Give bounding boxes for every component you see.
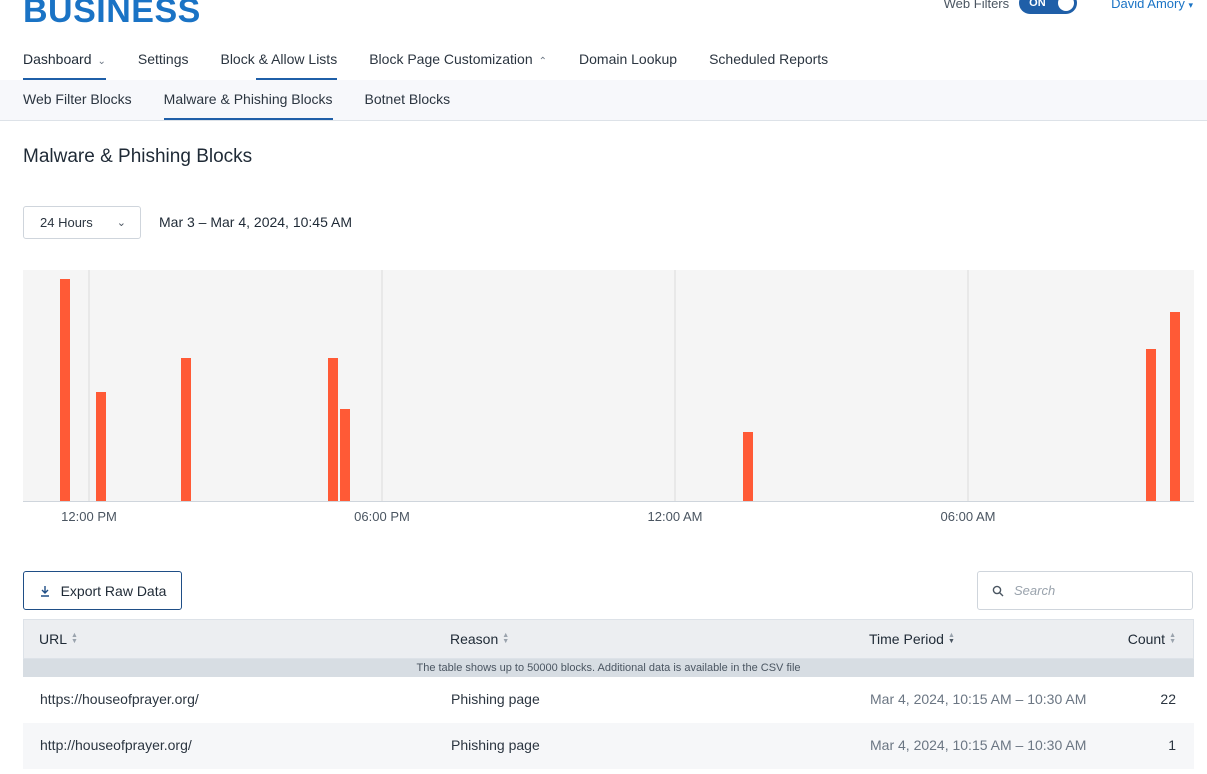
nav-scheduled-reports-label: Scheduled Reports <box>709 51 829 67</box>
column-time-period[interactable]: Time Period ▲ ▼ <box>869 631 955 647</box>
export-raw-data-button[interactable]: Export Raw Data <box>23 571 182 610</box>
search-box <box>977 571 1193 610</box>
column-url-label: URL <box>39 631 68 647</box>
sort-icon: ▲ ▼ <box>71 632 78 645</box>
table-row[interactable]: http://houseofprayer.org/ Phishing page … <box>23 723 1194 769</box>
cell-reason: Phishing page <box>451 691 540 707</box>
web-filters-toggle[interactable]: ON <box>1019 0 1078 14</box>
x-tick-label: 06:00 PM <box>354 509 410 524</box>
column-count[interactable]: Count ▲ ▼ <box>1128 631 1176 647</box>
tab-web-filter-blocks[interactable]: Web Filter Blocks <box>23 80 132 120</box>
chart-bar[interactable] <box>181 358 191 501</box>
sort-icon: ▲ ▼ <box>947 632 955 645</box>
cell-reason: Phishing page <box>451 737 540 753</box>
sub-nav: Web Filter Blocks Malware & Phishing Blo… <box>0 80 1207 121</box>
nav-scheduled-reports[interactable]: Scheduled Reports <box>709 42 828 80</box>
user-menu[interactable]: David Amory ▾ <box>1111 0 1193 11</box>
x-tick-label: 12:00 PM <box>61 509 117 524</box>
search-input[interactable] <box>1014 583 1184 598</box>
toggle-label: ON <box>1029 0 1046 9</box>
nav-domain-lookup-label: Domain Lookup <box>579 51 678 67</box>
chart-bar[interactable] <box>328 358 338 501</box>
blocks-table: URL ▲ ▼ Reason ▲ ▼ Time Period ▲ ▼ Count ▲ ▼… <box>23 619 1194 769</box>
header-controls: Web Filters ON David Amory ▾ <box>944 0 1207 14</box>
chart-bar[interactable] <box>1146 349 1156 501</box>
cell-url: http://houseofprayer.org/ <box>40 737 192 753</box>
chart-bar[interactable] <box>60 279 70 501</box>
cell-count: 1 <box>1168 737 1176 753</box>
nav-settings-label: Settings <box>137 51 189 67</box>
x-tick-label: 12:00 AM <box>647 509 703 524</box>
search-icon <box>992 585 1004 596</box>
chevron-down-icon: ⌄ <box>97 56 106 67</box>
cell-count: 22 <box>1160 691 1176 707</box>
nav-settings[interactable]: Settings <box>138 42 189 80</box>
toggle-knob <box>1058 0 1075 11</box>
chart-bar[interactable] <box>96 392 106 501</box>
nav-dashboard-label: Dashboard <box>23 51 92 67</box>
download-icon <box>40 585 49 597</box>
sort-icon: ▲ ▼ <box>502 632 510 645</box>
chart-bar[interactable] <box>1170 312 1180 501</box>
column-reason-label: Reason <box>450 631 499 647</box>
x-tick-label: 06:00 AM <box>940 509 996 524</box>
cell-time-period: Mar 4, 2024, 10:15 AM – 10:30 AM <box>870 737 1087 753</box>
blocks-chart <box>23 270 1194 502</box>
nav-block-allow-lists-label: Block & Allow Lists <box>220 51 338 67</box>
nav-block-page-customization[interactable]: Block Page Customization ⌃ <box>369 42 547 80</box>
cell-url: https://houseofprayer.org/ <box>40 691 199 707</box>
tab-malware-phishing-blocks[interactable]: Malware & Phishing Blocks <box>163 80 333 120</box>
time-range-value: 24 Hours <box>40 215 93 230</box>
sort-icon: ▲ ▼ <box>1169 632 1176 645</box>
chevron-up-icon: ⌃ <box>538 56 548 67</box>
main-nav: Dashboard ⌄ Settings Block & Allow Lists … <box>0 42 1207 80</box>
table-row[interactable]: https://houseofprayer.org/ Phishing page… <box>23 677 1194 723</box>
column-url[interactable]: URL ▲ ▼ <box>39 631 78 647</box>
table-notice: The table shows up to 50000 blocks. Addi… <box>23 659 1194 677</box>
nav-dashboard[interactable]: Dashboard ⌄ <box>23 42 106 80</box>
chart-bar[interactable] <box>340 409 350 501</box>
date-range-label: Mar 3 – Mar 4, 2024, 10:45 AM <box>159 214 352 230</box>
brand-logo: BUSINESS <box>23 0 201 30</box>
nav-block-allow-lists[interactable]: Block & Allow Lists <box>220 42 337 80</box>
column-time-period-label: Time Period <box>869 631 944 647</box>
chevron-down-icon: ⌄ <box>116 217 126 229</box>
table-header: URL ▲ ▼ Reason ▲ ▼ Time Period ▲ ▼ Count ▲ ▼ <box>23 619 1194 659</box>
chart-bar[interactable] <box>743 432 753 501</box>
cell-time-period: Mar 4, 2024, 10:15 AM – 10:30 AM <box>870 691 1087 707</box>
column-reason[interactable]: Reason ▲ ▼ <box>450 631 509 647</box>
chevron-down-icon: ▾ <box>1188 0 1193 10</box>
page-title: Malware & Phishing Blocks <box>23 146 253 167</box>
export-label: Export Raw Data <box>60 582 167 599</box>
nav-domain-lookup[interactable]: Domain Lookup <box>579 42 677 80</box>
web-filters-label: Web Filters <box>943 0 1010 11</box>
column-count-label: Count <box>1127 631 1166 647</box>
time-range-select[interactable]: 24 Hours ⌄ <box>23 206 141 239</box>
user-name: David Amory <box>1111 0 1185 11</box>
tab-botnet-blocks[interactable]: Botnet Blocks <box>365 80 451 120</box>
blocks-chart-svg <box>60 270 1180 501</box>
nav-block-page-customization-label: Block Page Customization <box>369 51 533 67</box>
